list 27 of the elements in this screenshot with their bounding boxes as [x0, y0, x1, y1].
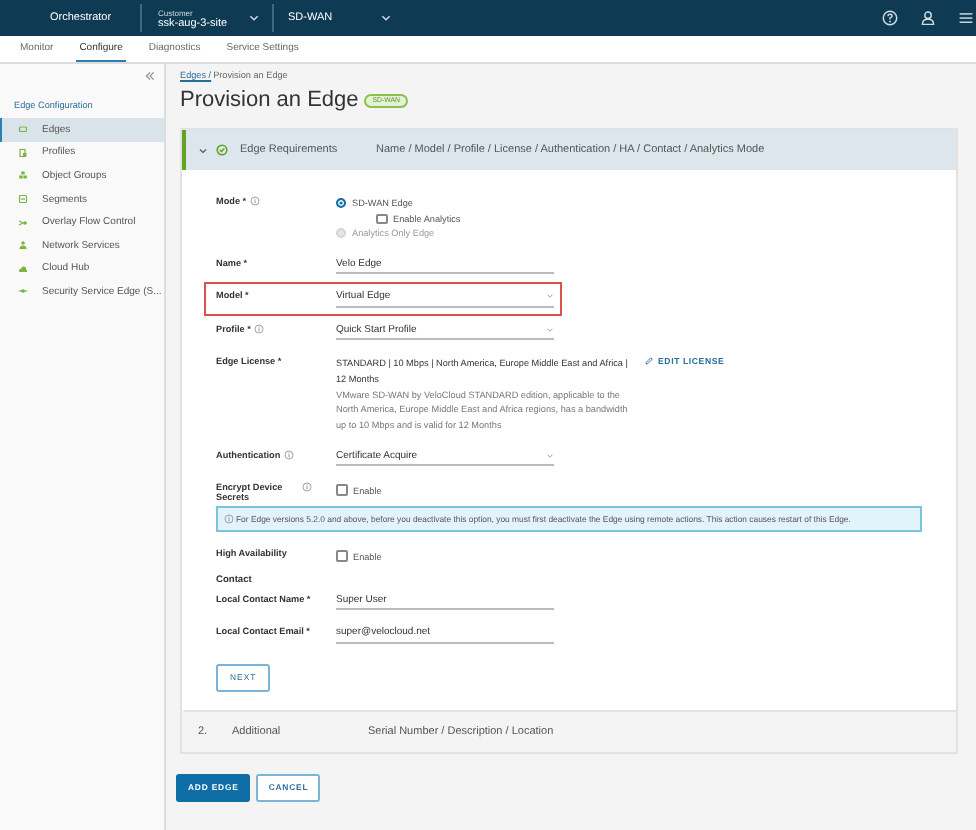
diamond-icon: [18, 286, 28, 297]
caret-icon: [546, 325, 554, 333]
caret-icon[interactable]: [198, 145, 208, 155]
flow-icon: [18, 217, 28, 228]
people-icon: [18, 240, 28, 251]
collapse-icon[interactable]: [144, 70, 156, 82]
check-circle-icon: [216, 144, 228, 156]
device-icon: [18, 124, 28, 135]
help-icon[interactable]: [882, 10, 898, 26]
cubes-icon: [18, 170, 28, 181]
pencil-icon: [644, 356, 654, 366]
info-icon: [224, 514, 234, 525]
user-icon[interactable]: [920, 10, 936, 26]
page-title: Provision an Edge: [180, 88, 359, 112]
info-icon[interactable]: [254, 323, 265, 333]
document-icon: [18, 147, 28, 158]
layers-icon: [18, 194, 28, 205]
info-icon[interactable]: [284, 449, 295, 460]
caret-icon: [546, 292, 554, 300]
checkbox[interactable]: [336, 550, 347, 562]
info-icon[interactable]: [302, 482, 312, 493]
checkbox[interactable]: [376, 213, 387, 224]
checkbox[interactable]: [336, 484, 347, 496]
menu-icon[interactable]: [958, 10, 974, 26]
radio-button[interactable]: [336, 198, 346, 209]
info-icon[interactable]: [250, 196, 261, 206]
cloud-icon: [18, 263, 28, 274]
